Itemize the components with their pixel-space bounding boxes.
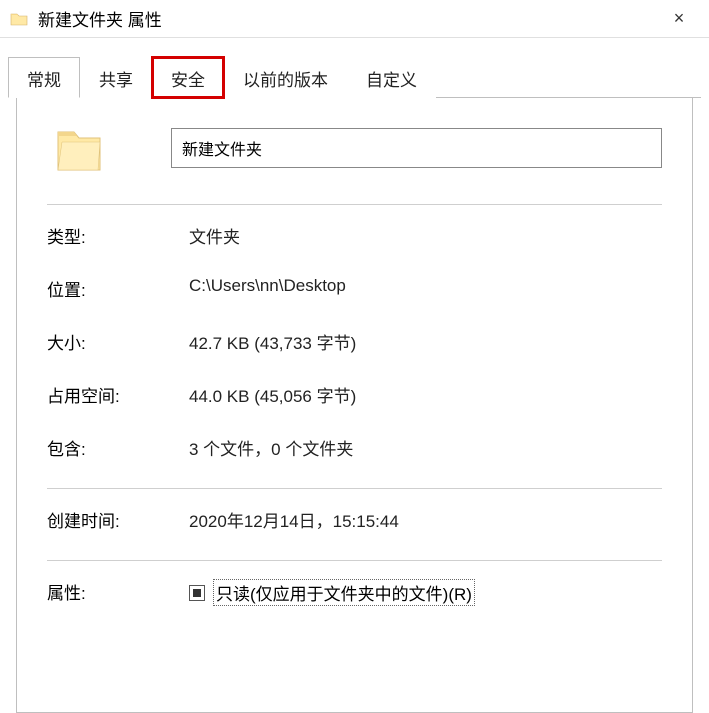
tabs-container: 常规 共享 安全 以前的版本 自定义 类型: 文件夹 位置: [0, 38, 709, 713]
row-attributes: 属性: 只读(仅应用于文件夹中的文件)(R) [47, 579, 662, 606]
properties-table: 类型: 文件夹 位置: C:\Users\nn\Desktop 大小: 42.7… [47, 223, 662, 460]
row-created: 创建时间: 2020年12月14日，15:15:44 [47, 507, 662, 532]
readonly-label[interactable]: 只读(仅应用于文件夹中的文件)(R) [213, 579, 475, 606]
tab-general[interactable]: 常规 [8, 57, 80, 98]
close-icon: × [674, 8, 685, 29]
divider [47, 560, 662, 561]
window-title: 新建文件夹 属性 [38, 6, 659, 31]
row-type: 类型: 文件夹 [47, 223, 662, 248]
tabs-bar: 常规 共享 安全 以前的版本 自定义 [8, 56, 701, 98]
row-size: 大小: 42.7 KB (43,733 字节) [47, 329, 662, 354]
name-row [47, 120, 662, 176]
tab-sharing[interactable]: 共享 [80, 57, 152, 98]
label-size-on-disk: 占用空间: [47, 382, 189, 407]
tab-customize[interactable]: 自定义 [347, 57, 436, 98]
tab-previous-versions[interactable]: 以前的版本 [224, 57, 347, 98]
readonly-checkbox[interactable] [189, 585, 205, 601]
label-size: 大小: [47, 329, 189, 354]
value-location: C:\Users\nn\Desktop [189, 276, 346, 301]
label-contains: 包含: [47, 435, 189, 460]
divider [47, 204, 662, 205]
row-size-on-disk: 占用空间: 44.0 KB (45,056 字节) [47, 382, 662, 407]
folder-icon [10, 11, 28, 27]
checkbox-indeterminate-icon [193, 589, 201, 597]
row-location: 位置: C:\Users\nn\Desktop [47, 276, 662, 301]
label-created: 创建时间: [47, 507, 189, 532]
folder-name-input[interactable] [171, 128, 662, 168]
titlebar: 新建文件夹 属性 × [0, 0, 709, 38]
label-attributes: 属性: [47, 579, 189, 606]
value-size: 42.7 KB (43,733 字节) [189, 329, 356, 354]
readonly-checkbox-row: 只读(仅应用于文件夹中的文件)(R) [189, 579, 475, 606]
label-location: 位置: [47, 276, 189, 301]
divider [47, 488, 662, 489]
value-contains: 3 个文件，0 个文件夹 [189, 435, 353, 460]
row-contains: 包含: 3 个文件，0 个文件夹 [47, 435, 662, 460]
folder-large-icon [47, 120, 111, 176]
label-type: 类型: [47, 223, 189, 248]
value-size-on-disk: 44.0 KB (45,056 字节) [189, 382, 356, 407]
close-button[interactable]: × [659, 4, 699, 34]
tab-panel-general: 类型: 文件夹 位置: C:\Users\nn\Desktop 大小: 42.7… [16, 98, 693, 713]
tab-security[interactable]: 安全 [152, 57, 224, 98]
value-created: 2020年12月14日，15:15:44 [189, 507, 399, 532]
value-type: 文件夹 [189, 223, 240, 248]
